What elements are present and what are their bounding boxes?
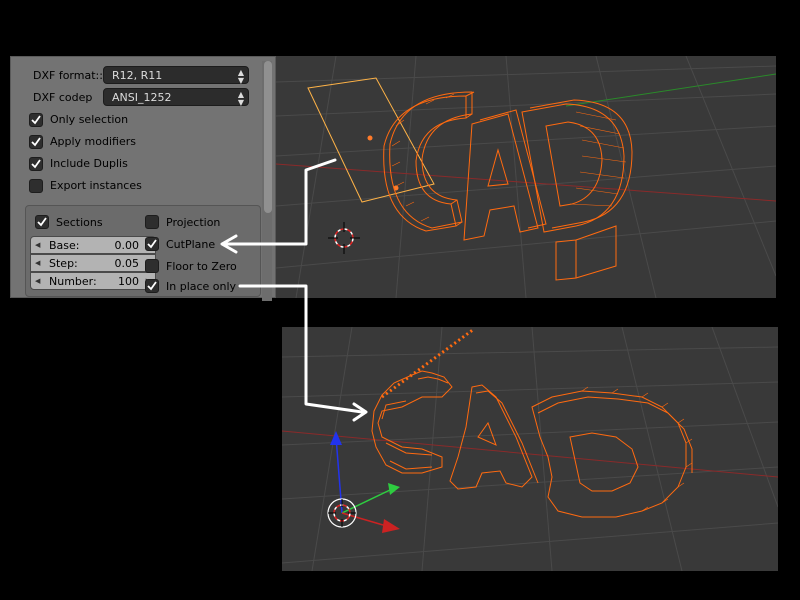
arrow-pointer-icon [238, 284, 364, 414]
arrow-pointer-icon [224, 158, 337, 246]
annotation-arrows [220, 158, 368, 422]
